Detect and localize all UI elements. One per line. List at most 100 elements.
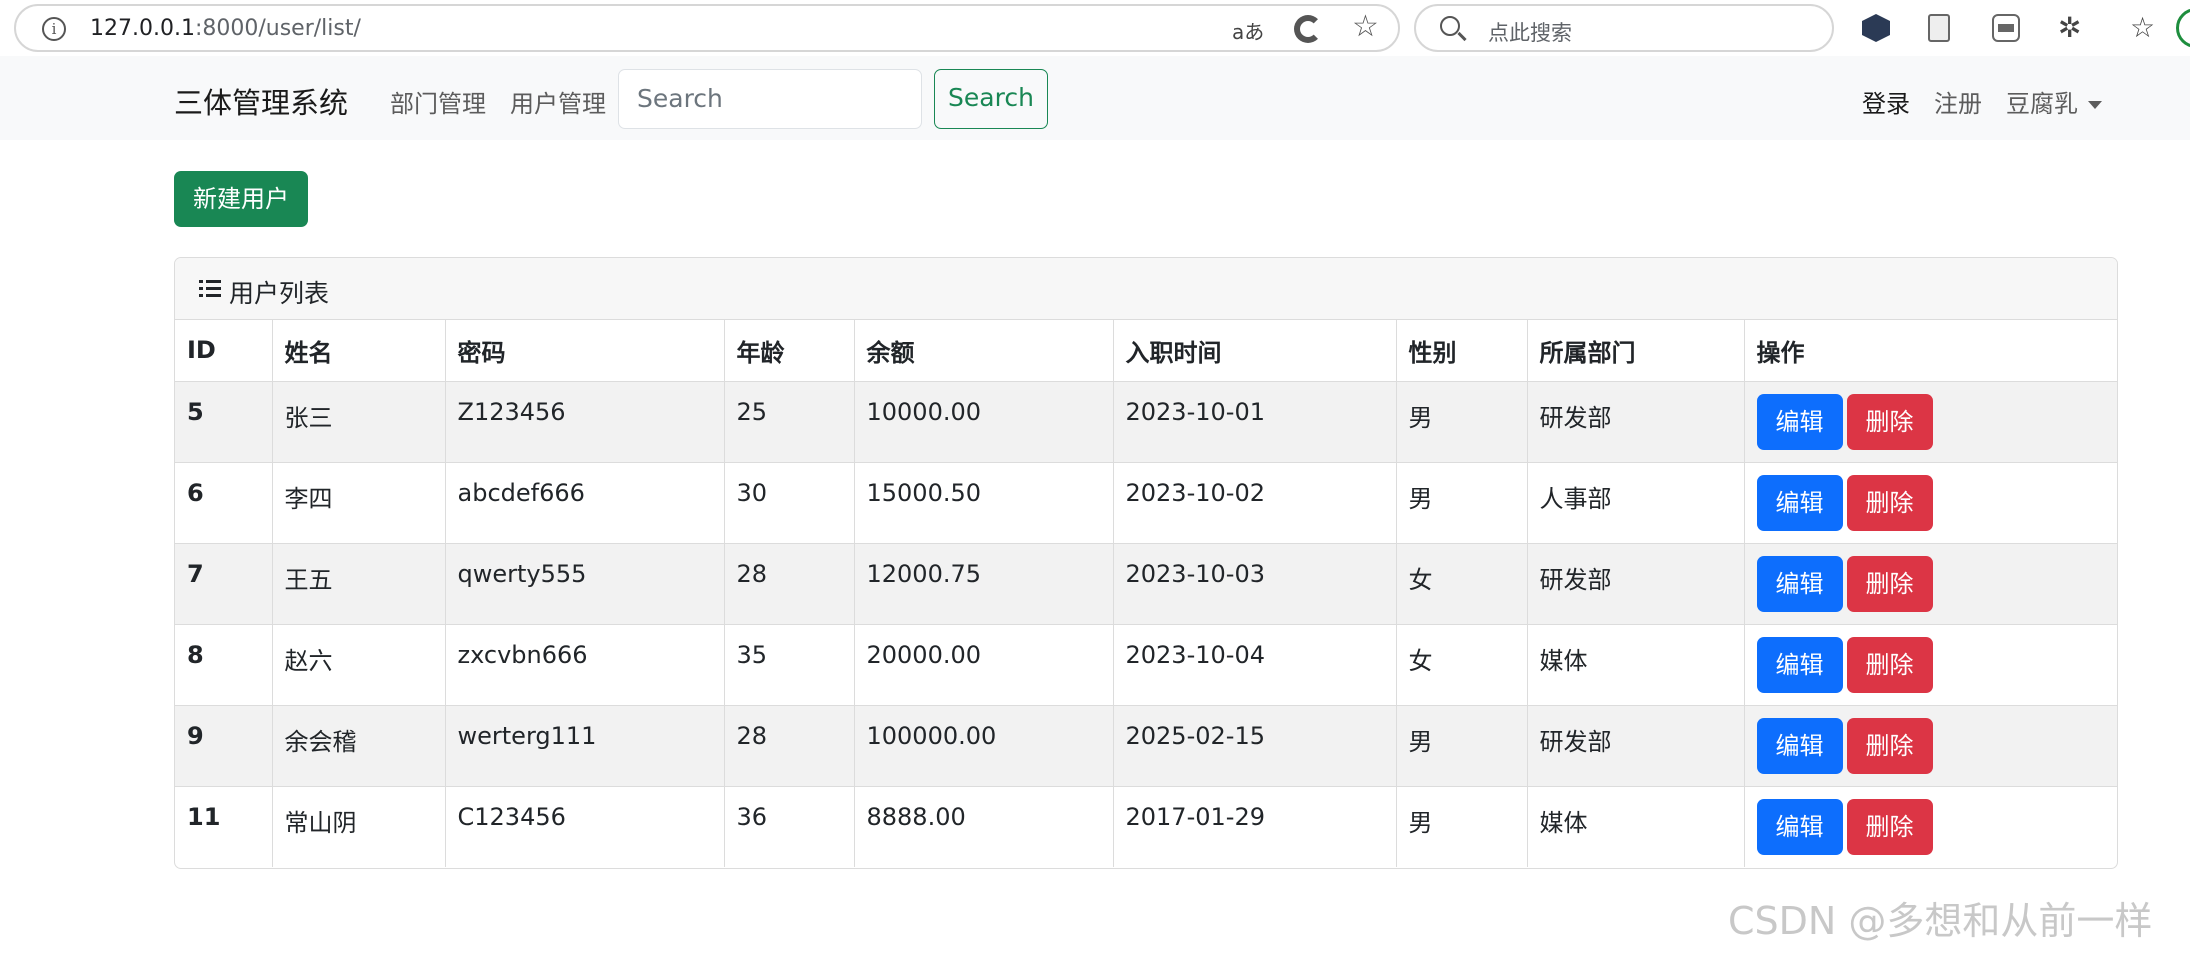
cell-gender: 女 [1396, 624, 1528, 706]
edit-button[interactable]: 编辑 [1756, 636, 1843, 693]
nav-link-users[interactable]: 用户管理 [510, 84, 606, 119]
col-header-password: 密码 [445, 320, 725, 382]
delete-button[interactable]: 删除 [1846, 636, 1933, 693]
cell-actions: 编辑 删除 [1744, 705, 2117, 787]
col-header-hire-date: 入职时间 [1113, 320, 1397, 382]
user-menu-label: 豆腐乳 [2006, 90, 2078, 118]
nav-link-departments[interactable]: 部门管理 [390, 84, 486, 119]
delete-button[interactable]: 删除 [1846, 798, 1933, 855]
cell-name: 张三 [272, 381, 446, 463]
cell-balance: 12000.75 [854, 543, 1114, 625]
navbar: 三体管理系统 部门管理 用户管理 Search Search 登录 注册 豆腐乳 [0, 56, 2190, 140]
cell-department: 研发部 [1527, 705, 1745, 787]
table-row: 5 张三 Z123456 25 10000.00 2023-10-01 男 研发… [175, 381, 2117, 463]
cell-age: 28 [724, 705, 855, 787]
cell-department: 研发部 [1527, 381, 1745, 463]
cell-age: 28 [724, 543, 855, 625]
cell-password: zxcvbn666 [445, 624, 725, 706]
cell-gender: 男 [1396, 705, 1528, 787]
browser-search-placeholder: 点此搜索 [1488, 21, 1572, 45]
address-bar[interactable]: i 127.0.0.1:8000/user/list/ aあ ☆ [14, 4, 1400, 52]
cell-hire-date: 2017-01-29 [1113, 786, 1397, 867]
watermark: CSDN @多想和从前一样 [1728, 899, 2153, 943]
cell-password: C123456 [445, 786, 725, 867]
cell-gender: 男 [1396, 786, 1528, 867]
cell-id: 8 [175, 624, 273, 706]
cell-gender: 男 [1396, 462, 1528, 544]
search-button[interactable]: Search [934, 69, 1048, 129]
profile-avatar[interactable] [2176, 8, 2190, 48]
table-row: 8 赵六 zxcvbn666 35 20000.00 2023-10-04 女 … [175, 624, 2117, 706]
cell-actions: 编辑 删除 [1744, 462, 2117, 544]
cell-hire-date: 2023-10-03 [1113, 543, 1397, 625]
panel-title: 用户列表 [229, 279, 330, 308]
edit-button[interactable]: 编辑 [1756, 393, 1843, 450]
cell-department: 研发部 [1527, 543, 1745, 625]
favorites-icon[interactable]: ☆ [2130, 14, 2158, 42]
col-header-age: 年龄 [724, 320, 855, 382]
browser-toolbar: i 127.0.0.1:8000/user/list/ aあ ☆ 点此搜索 ✲ … [0, 0, 2190, 56]
list-icon [199, 280, 221, 298]
new-user-button[interactable]: 新建用户 [174, 171, 308, 227]
delete-button[interactable]: 删除 [1846, 717, 1933, 774]
cell-actions: 编辑 删除 [1744, 624, 2117, 706]
cell-balance: 8888.00 [854, 786, 1114, 867]
edit-button[interactable]: 编辑 [1756, 717, 1843, 774]
reading-view-icon[interactable] [1928, 14, 1950, 42]
user-menu-dropdown[interactable]: 豆腐乳 [2006, 84, 2102, 119]
cell-balance: 20000.00 [854, 624, 1114, 706]
cell-id: 11 [175, 786, 273, 867]
cell-gender: 女 [1396, 543, 1528, 625]
edit-button[interactable]: 编辑 [1756, 474, 1843, 531]
cell-name: 余会稽 [272, 705, 446, 787]
cell-age: 30 [724, 462, 855, 544]
search-input[interactable]: Search [618, 69, 922, 129]
cell-password: abcdef666 [445, 462, 725, 544]
table-row: 6 李四 abcdef666 30 15000.50 2023-10-02 男 … [175, 462, 2117, 544]
extension-hexagon-icon[interactable] [1862, 14, 1890, 42]
search-icon [1440, 16, 1460, 36]
login-link[interactable]: 登录 [1862, 84, 1910, 119]
address-url[interactable]: 127.0.0.1:8000/user/list/ [90, 16, 361, 41]
col-header-actions: 操作 [1744, 320, 2117, 382]
cell-id: 7 [175, 543, 273, 625]
cell-name: 赵六 [272, 624, 446, 706]
cell-actions: 编辑 删除 [1744, 543, 2117, 625]
register-link[interactable]: 注册 [1934, 84, 1982, 119]
cell-age: 35 [724, 624, 855, 706]
delete-button[interactable]: 删除 [1846, 393, 1933, 450]
edit-button[interactable]: 编辑 [1756, 798, 1843, 855]
cell-id: 5 [175, 381, 273, 463]
cell-id: 9 [175, 705, 273, 787]
col-header-id: ID [175, 320, 273, 382]
cell-department: 人事部 [1527, 462, 1745, 544]
cell-balance: 10000.00 [854, 381, 1114, 463]
brand-title[interactable]: 三体管理系统 [174, 80, 348, 122]
info-icon[interactable]: i [42, 17, 66, 41]
collections-icon[interactable] [1992, 14, 2020, 42]
cell-password: Z123456 [445, 381, 725, 463]
col-header-balance: 余额 [854, 320, 1114, 382]
cell-department: 媒体 [1527, 624, 1745, 706]
cell-actions: 编辑 删除 [1744, 786, 2117, 867]
delete-button[interactable]: 删除 [1846, 474, 1933, 531]
col-header-gender: 性别 [1396, 320, 1528, 382]
delete-button[interactable]: 删除 [1846, 555, 1933, 612]
cell-balance: 15000.50 [854, 462, 1114, 544]
favorite-star-icon[interactable]: ☆ [1352, 9, 1379, 44]
caret-down-icon [2088, 101, 2102, 109]
cell-department: 媒体 [1527, 786, 1745, 867]
extensions-puzzle-icon[interactable]: ✲ [2058, 14, 2086, 42]
browser-search-box[interactable]: 点此搜索 [1414, 4, 1834, 52]
cell-age: 36 [724, 786, 855, 867]
cell-name: 李四 [272, 462, 446, 544]
table-row: 11 常山阴 C123456 36 8888.00 2017-01-29 男 媒… [175, 786, 2117, 867]
cell-age: 25 [724, 381, 855, 463]
cell-hire-date: 2023-10-02 [1113, 462, 1397, 544]
cell-actions: 编辑 删除 [1744, 381, 2117, 463]
edge-icon[interactable] [1294, 15, 1322, 43]
cell-balance: 100000.00 [854, 705, 1114, 787]
edit-button[interactable]: 编辑 [1756, 555, 1843, 612]
read-aloud-icon[interactable]: aあ [1232, 16, 1264, 45]
cell-id: 6 [175, 462, 273, 544]
